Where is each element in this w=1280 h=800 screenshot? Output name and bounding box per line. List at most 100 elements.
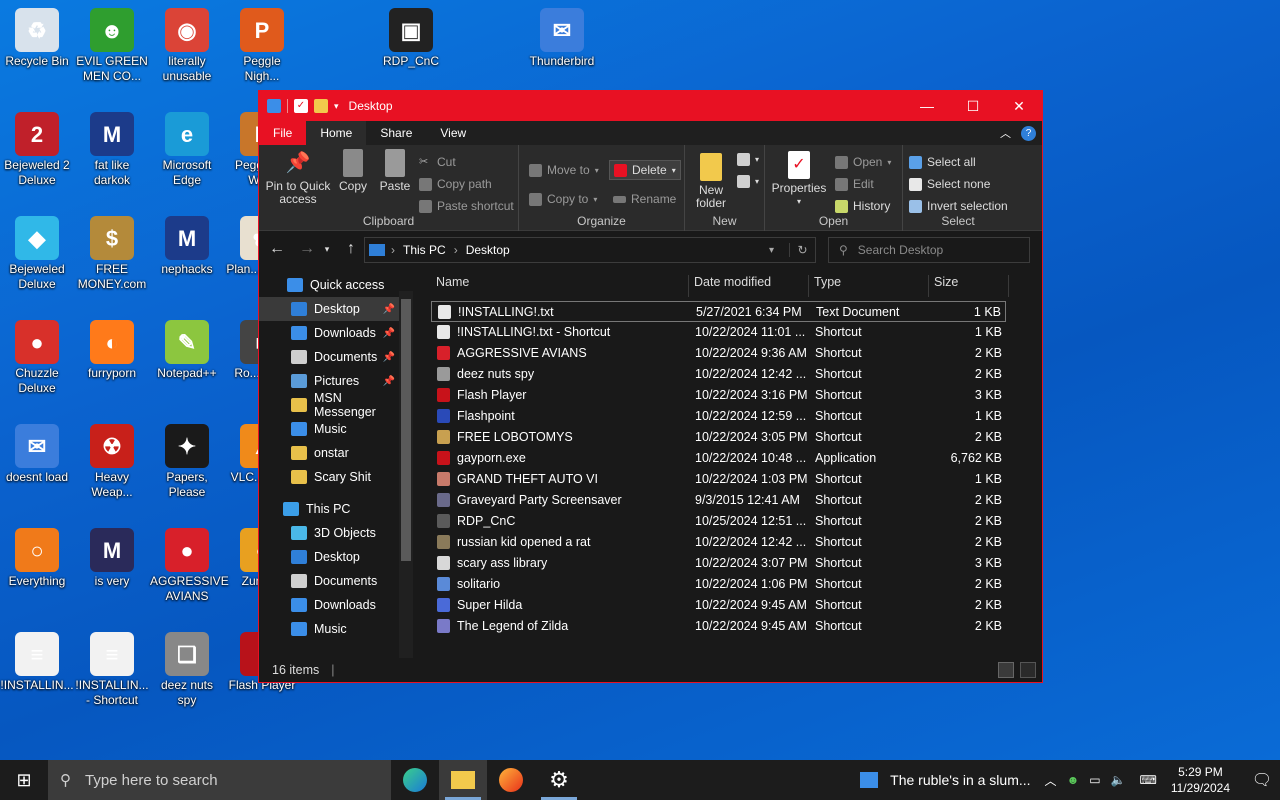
- desktop-icon[interactable]: ✎ Notepad++: [150, 316, 224, 381]
- address-bar[interactable]: › This PC › Desktop ▾ ↻: [364, 237, 816, 263]
- up-button[interactable]: ↑: [341, 240, 361, 258]
- pin-icon[interactable]: 📌: [383, 352, 395, 363]
- desktop-icon[interactable]: Mis very: [75, 524, 149, 589]
- file-row[interactable]: !INSTALLING!.txt 5/27/2021 6:34 PM Text Do…: [431, 301, 1006, 322]
- nav-item[interactable]: Music: [259, 617, 399, 641]
- file-row[interactable]: scary ass library 10/22/2024 3:07 PM Short…: [431, 553, 1006, 574]
- desktop-icon[interactable]: ◉ literally unusable: [150, 4, 224, 84]
- tab-home[interactable]: Home: [306, 121, 367, 145]
- clock[interactable]: 5:29 PM 11/29/2024: [1171, 764, 1230, 796]
- nav-item[interactable]: Scary Shit: [259, 465, 399, 489]
- minimize-button[interactable]: —: [904, 91, 950, 121]
- taskbar-search[interactable]: ⚲ Type here to search: [48, 760, 391, 800]
- desktop-icon[interactable]: ✉ Thunderbird: [525, 4, 599, 69]
- news-widget[interactable]: The ruble's in a slum...: [890, 772, 1030, 788]
- desktop-icon[interactable]: ▣ RDP_CnC: [374, 4, 448, 69]
- history-button[interactable]: History: [835, 199, 890, 213]
- maximize-button[interactable]: ☐: [950, 91, 996, 121]
- close-button[interactable]: ✕: [996, 91, 1042, 121]
- taskbar-firefox[interactable]: [487, 760, 535, 800]
- desktop-icon[interactable]: ❑ deez nuts spy: [150, 628, 224, 708]
- desktop-icon[interactable]: Mnephacks: [150, 212, 224, 277]
- copy-button[interactable]: Copy: [335, 145, 371, 193]
- pin-icon[interactable]: 📌: [383, 376, 395, 387]
- file-row[interactable]: Graveyard Party Screensaver 9/3/2015 12:4…: [431, 490, 1006, 511]
- large-icons-view-icon[interactable]: [1020, 662, 1036, 678]
- desktop-icon[interactable]: 2 Bejeweled 2 Deluxe: [0, 108, 74, 188]
- network-icon[interactable]: ▭: [1089, 773, 1100, 787]
- taskbar-search-input[interactable]: Type here to search: [85, 772, 218, 789]
- navigation-scrollbar[interactable]: [399, 291, 413, 661]
- desktop-icon[interactable]: ✦ Papers, Please: [150, 420, 224, 500]
- delete-button[interactable]: Delete ▾: [609, 160, 681, 180]
- file-row[interactable]: solitario 10/22/2024 1:06 PM Shortcut 2 KB: [431, 574, 1006, 595]
- desktop-icon[interactable]: ✉ doesnt load: [0, 420, 74, 485]
- desktop-icon[interactable]: ≡ !INSTALLIN... - Shortcut: [75, 628, 149, 708]
- paste-button[interactable]: Paste: [375, 145, 415, 193]
- nav-item[interactable]: Pictures 📌: [259, 369, 399, 393]
- show-hidden-icons[interactable]: ︿: [1045, 772, 1057, 789]
- properties-quick-icon[interactable]: ✓: [294, 99, 308, 113]
- title-bar[interactable]: ✓ ▾ Desktop — ☐ ✕: [259, 91, 1042, 121]
- copy-to-button[interactable]: Copy to ▾: [529, 192, 597, 206]
- new-folder-quick-icon[interactable]: [314, 99, 328, 113]
- move-to-button[interactable]: Move to ▾: [529, 163, 599, 177]
- pin-icon[interactable]: 📌: [383, 304, 395, 315]
- column-type[interactable]: Type: [809, 275, 929, 297]
- desktop-icon[interactable]: ♻ Recycle Bin: [0, 4, 74, 69]
- copy-path-button[interactable]: Copy path: [419, 177, 492, 191]
- desktop-icon[interactable]: ☻ EVIL GREEN MEN CO...: [75, 4, 149, 84]
- breadcrumb-desktop[interactable]: Desktop: [466, 243, 510, 257]
- desktop-icon[interactable]: P Peggle Nigh...: [225, 4, 299, 84]
- new-folder-button[interactable]: New folder: [689, 145, 733, 210]
- keyboard-icon[interactable]: ⌨: [1140, 773, 1157, 787]
- back-button[interactable]: ←: [267, 240, 287, 258]
- pin-icon[interactable]: 📌: [383, 328, 395, 339]
- file-row[interactable]: AGGRESSIVE AVIANS 10/22/2024 9:36 AM Short…: [431, 343, 1006, 364]
- taskbar-edge[interactable]: [391, 760, 439, 800]
- nav-item[interactable]: This PC: [259, 497, 399, 521]
- file-row[interactable]: Flashpoint 10/22/2024 12:59 ... Shortcut 1 …: [431, 406, 1006, 427]
- search-box[interactable]: ⚲ Search Desktop: [828, 237, 1030, 263]
- tab-share[interactable]: Share: [366, 121, 426, 145]
- customize-quick-access-icon[interactable]: ▾: [334, 101, 339, 112]
- nav-item[interactable]: Music: [259, 417, 399, 441]
- tab-file[interactable]: File: [259, 121, 307, 145]
- file-row[interactable]: gayporn.exe 10/22/2024 10:48 ... Applicati…: [431, 448, 1006, 469]
- rename-button[interactable]: Rename: [613, 192, 676, 206]
- nav-item[interactable]: 3D Objects: [259, 521, 399, 545]
- nav-item[interactable]: Downloads 📌: [259, 321, 399, 345]
- taskbar-file-explorer[interactable]: [439, 760, 487, 800]
- nav-item[interactable]: Downloads: [259, 593, 399, 617]
- desktop-icon[interactable]: ○ Everything: [0, 524, 74, 589]
- desktop-icon[interactable]: ◐ furryporn: [75, 316, 149, 381]
- nav-item[interactable]: onstar: [259, 441, 399, 465]
- search-input[interactable]: Search Desktop: [858, 243, 943, 257]
- refresh-icon[interactable]: ↻: [789, 243, 815, 257]
- column-size[interactable]: Size: [929, 275, 1009, 297]
- tab-view[interactable]: View: [426, 121, 480, 145]
- pin-to-quick-access-button[interactable]: 📌 Pin to Quick access: [263, 145, 333, 206]
- nav-item[interactable]: Quick access: [259, 273, 399, 297]
- invert-selection-button[interactable]: Invert selection: [909, 199, 1008, 213]
- file-row[interactable]: RDP_CnC 10/25/2024 12:51 ... Shortcut 2 KB: [431, 511, 1006, 532]
- desktop-icon[interactable]: $ FREE MONEY.com: [75, 212, 149, 292]
- easy-access-button[interactable]: ▾: [737, 175, 759, 188]
- nav-item[interactable]: Documents 📌: [259, 345, 399, 369]
- recent-locations-icon[interactable]: ▾: [317, 244, 337, 255]
- file-row[interactable]: FREE LOBOTOMYS 10/22/2024 3:05 PM Shortcut…: [431, 427, 1006, 448]
- file-row[interactable]: The Legend of Zilda 10/22/2024 9:45 AM Sho…: [431, 616, 1006, 637]
- edit-button[interactable]: Edit: [835, 177, 874, 191]
- breadcrumb-this-pc[interactable]: This PC: [403, 243, 446, 257]
- taskbar-settings[interactable]: ⚙: [535, 760, 583, 800]
- properties-button[interactable]: ✓ Properties ▾: [769, 145, 829, 208]
- news-icon[interactable]: [860, 772, 879, 788]
- nav-item[interactable]: Desktop 📌: [259, 297, 399, 321]
- cut-button[interactable]: ✂ Cut: [419, 155, 456, 169]
- desktop-icon[interactable]: ◆ Bejeweled Deluxe: [0, 212, 74, 292]
- desktop-icon[interactable]: e Microsoft Edge: [150, 108, 224, 188]
- collapse-ribbon-icon[interactable]: ︿: [1000, 125, 1011, 141]
- desktop-icon[interactable]: ≡ !INSTALLIN...: [0, 628, 74, 693]
- file-row[interactable]: GRAND THEFT AUTO VI 10/22/2024 1:03 PM Sho…: [431, 469, 1006, 490]
- file-row[interactable]: Flash Player 10/22/2024 3:16 PM Shortcut 3 …: [431, 385, 1006, 406]
